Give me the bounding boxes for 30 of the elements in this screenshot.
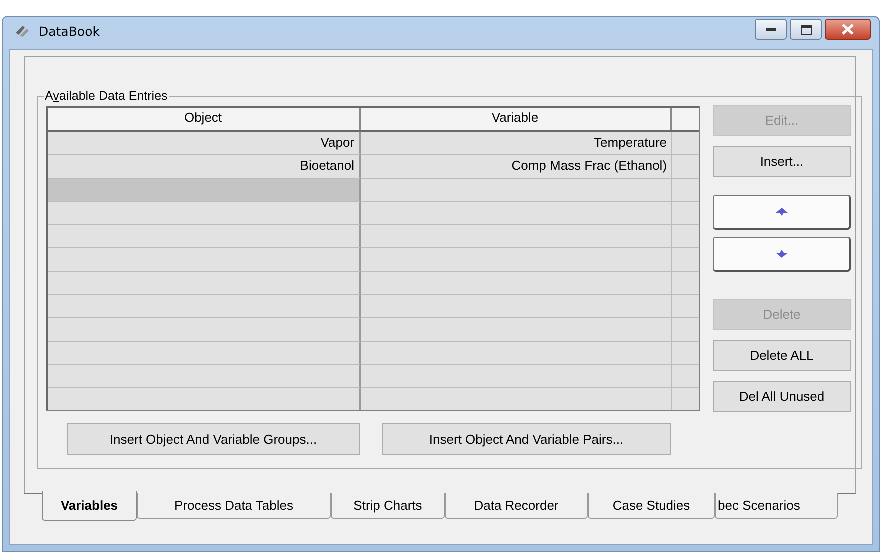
side-button[interactable]: Del All Unused — [713, 381, 851, 412]
maximize-icon — [800, 24, 812, 34]
app-icon — [15, 24, 31, 38]
table-cell: Comp Mass Frac (Ethanol) — [360, 155, 672, 179]
tab[interactable]: Strip Charts — [331, 493, 445, 519]
side-button[interactable]: Delete ALL — [713, 340, 851, 371]
tab[interactable]: bec Scenarios — [715, 493, 838, 519]
close-button[interactable] — [825, 19, 871, 40]
insert-button[interactable]: Insert Object And Variable Pairs... — [382, 423, 671, 455]
maximize-button[interactable] — [790, 19, 822, 40]
column-header[interactable]: Variable — [360, 108, 672, 130]
move-up-button[interactable] — [713, 195, 851, 230]
tab[interactable]: Case Studies — [588, 493, 715, 519]
tab[interactable]: Variables — [42, 491, 137, 521]
down-arrow-icon — [776, 250, 788, 258]
column-header[interactable]: Object — [48, 108, 361, 130]
group-label: Available Data Entries — [44, 89, 169, 103]
minimize-icon — [766, 28, 776, 32]
window-title: DataBook — [39, 24, 101, 38]
minimize-button[interactable] — [755, 19, 787, 40]
tab[interactable]: Data Recorder — [445, 493, 588, 519]
move-down-button[interactable] — [713, 237, 851, 272]
tab[interactable]: Process Data Tables — [137, 493, 331, 519]
close-icon — [842, 24, 854, 35]
table-cell: Bioetanol — [48, 155, 361, 179]
table-cell: Temperature — [360, 132, 672, 156]
side-button[interactable]: Insert... — [713, 146, 851, 177]
table-cell: Vapor — [48, 132, 361, 156]
insert-button[interactable]: Insert Object And Variable Groups... — [67, 423, 360, 455]
up-arrow-icon — [776, 208, 788, 216]
